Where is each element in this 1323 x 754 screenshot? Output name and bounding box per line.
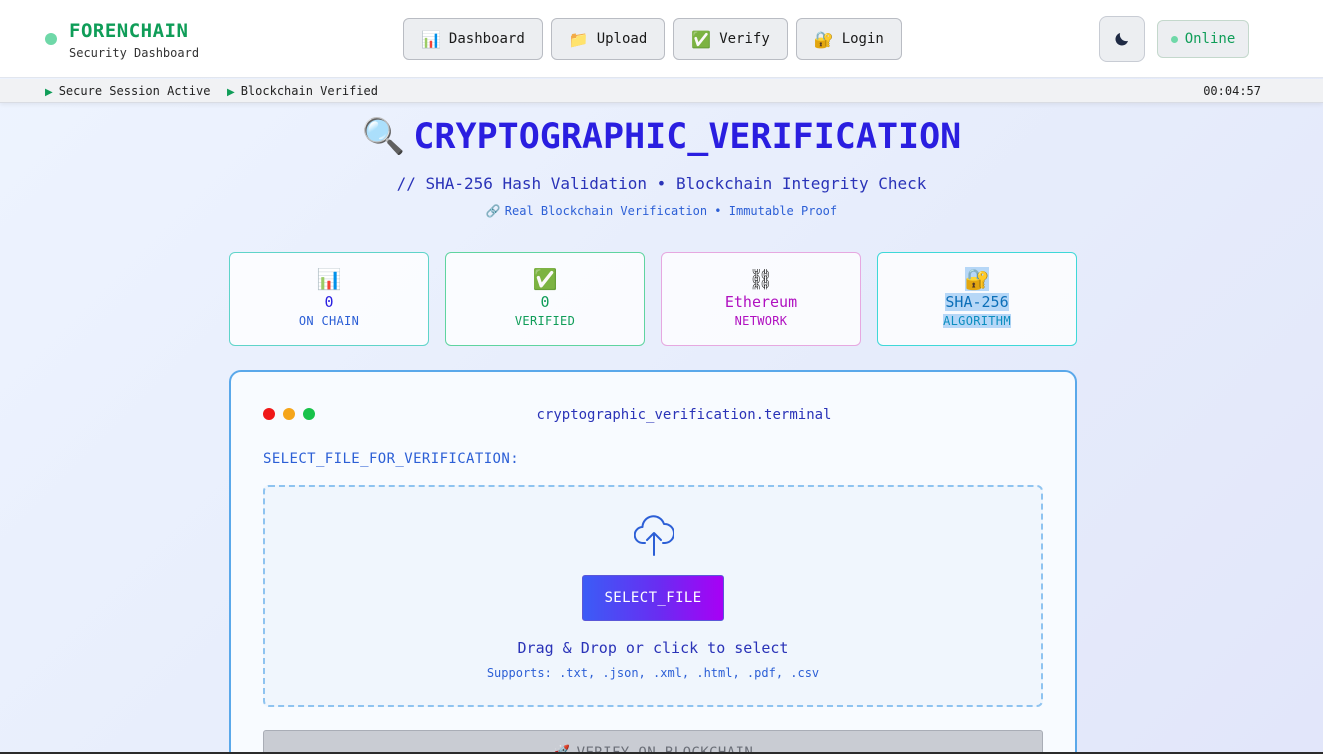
moon-icon	[1115, 33, 1128, 46]
stat-card-on-chain: 📊 0 ON CHAIN	[229, 252, 429, 346]
file-dropzone[interactable]: SELECT_FILE Drag & Drop or click to sele…	[263, 485, 1043, 707]
main-nav: 📊 Dashboard 📁 Upload ✅ Verify 🔐 Login	[403, 18, 902, 60]
tagline-text: Real Blockchain Verification • Immutable…	[504, 204, 838, 218]
select-file-label: SELECT_FILE_FOR_VERIFICATION:	[263, 451, 520, 467]
drag-drop-hint: Drag & Drop or click to select	[517, 639, 789, 657]
cloud-upload-icon	[634, 515, 674, 556]
stat-value: 0	[540, 293, 550, 311]
stat-label: NETWORK	[734, 314, 788, 328]
stat-value: 0	[324, 293, 334, 311]
lock-key-icon: 🔐	[813, 29, 834, 49]
blockchain-status-text: Blockchain Verified	[240, 84, 378, 98]
stat-card-network: ⛓ Ethereum NETWORK	[661, 252, 861, 346]
session-timer: 00:04:57	[1203, 84, 1261, 98]
stat-card-verified: ✅ 0 VERIFIED	[445, 252, 645, 346]
page-title-text: CRYPTOGRAPHIC_VERIFICATION	[413, 117, 962, 157]
page-subtitle: // SHA-256 Hash Validation • Blockchain …	[396, 174, 927, 193]
online-status-label: Online	[1184, 31, 1236, 47]
stat-label: ON CHAIN	[298, 314, 360, 328]
link-icon: 🔗	[485, 204, 501, 218]
page-title: 🔍 CRYPTOGRAPHIC_VERIFICATION	[0, 116, 1323, 157]
stats-row: 📊 0 ON CHAIN ✅ 0 VERIFIED ⛓ Ethereum NET…	[229, 252, 1077, 346]
nav-label: Upload	[596, 31, 648, 47]
check-box-icon: ✅	[532, 267, 558, 291]
page-tagline: 🔗 Real Blockchain Verification • Immutabl…	[0, 204, 1323, 218]
folder-icon: 📁	[568, 29, 589, 49]
play-arrow-icon: ▶	[45, 87, 53, 98]
nav-upload-button[interactable]: 📁 Upload	[550, 18, 666, 60]
verification-terminal: cryptographic_verification.terminal SELE…	[229, 370, 1077, 754]
theme-toggle-button[interactable]	[1099, 16, 1145, 62]
nav-label: Dashboard	[448, 31, 525, 47]
bar-chart-icon: 📊	[316, 267, 342, 291]
verify-on-blockchain-button[interactable]: 🚀 VERIFY_ON_BLOCKCHAIN	[263, 730, 1043, 754]
blockchain-status-item: ▶ Blockchain Verified	[227, 84, 378, 98]
select-file-button[interactable]: SELECT_FILE	[582, 575, 724, 621]
nav-verify-button[interactable]: ✅ Verify	[673, 18, 788, 60]
nav-login-button[interactable]: 🔐 Login	[795, 18, 902, 60]
brand-name: FORENCHAIN	[69, 20, 189, 42]
stat-card-algorithm: 🔐 SHA-256 ALGORITHM	[877, 252, 1077, 346]
check-box-icon: ✅	[691, 29, 712, 49]
online-dot-icon	[1170, 35, 1178, 43]
stat-value: SHA-256	[945, 293, 1009, 311]
stat-label: ALGORITHM	[943, 314, 1011, 328]
stat-value: Ethereum	[724, 293, 798, 311]
bar-chart-icon: 📊	[421, 29, 441, 49]
play-arrow-icon: ▶	[227, 87, 235, 98]
top-header: FORENCHAIN Security Dashboard 📊 Dashboar…	[0, 0, 1323, 78]
session-status-item: ▶ Secure Session Active	[45, 84, 210, 98]
nav-label: Login	[841, 31, 884, 47]
nav-label: Verify	[719, 31, 770, 47]
brand-subtitle: Security Dashboard	[69, 46, 200, 60]
status-dot-icon	[45, 33, 57, 45]
nav-dashboard-button[interactable]: 📊 Dashboard	[403, 18, 543, 60]
session-status-bar: ▶ Secure Session Active ▶ Blockchain Verif…	[0, 79, 1323, 103]
chain-icon: ⛓	[748, 267, 774, 291]
lock-key-icon: 🔐	[964, 267, 990, 291]
stat-label: VERIFIED	[514, 314, 576, 328]
brand[interactable]: FORENCHAIN Security Dashboard	[45, 20, 199, 60]
session-status-text: Secure Session Active	[58, 84, 211, 98]
online-status-badge: Online	[1157, 20, 1249, 58]
terminal-title: cryptographic_verification.terminal	[536, 407, 832, 423]
supported-formats: Supports: .txt, .json, .xml, .html, .pdf…	[486, 666, 820, 680]
magnifier-icon: 🔍	[361, 117, 406, 157]
